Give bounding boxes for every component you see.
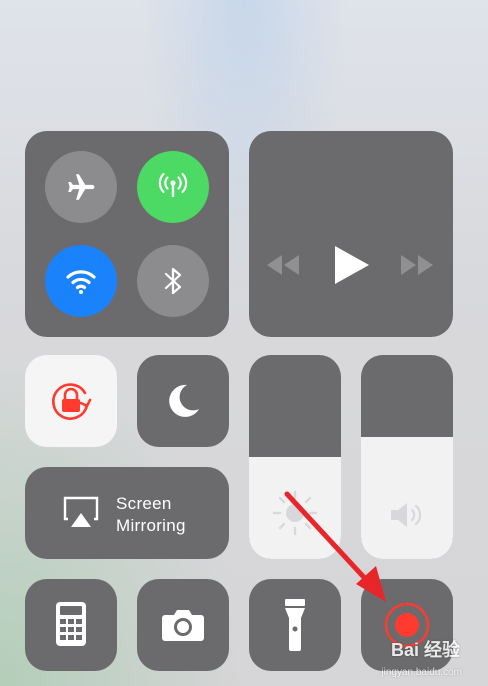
watermark-brand: Bai 经验 — [390, 640, 460, 660]
watermark-url: jingyan.baidu.com — [381, 667, 462, 678]
annotation-arrow — [284, 491, 386, 602]
